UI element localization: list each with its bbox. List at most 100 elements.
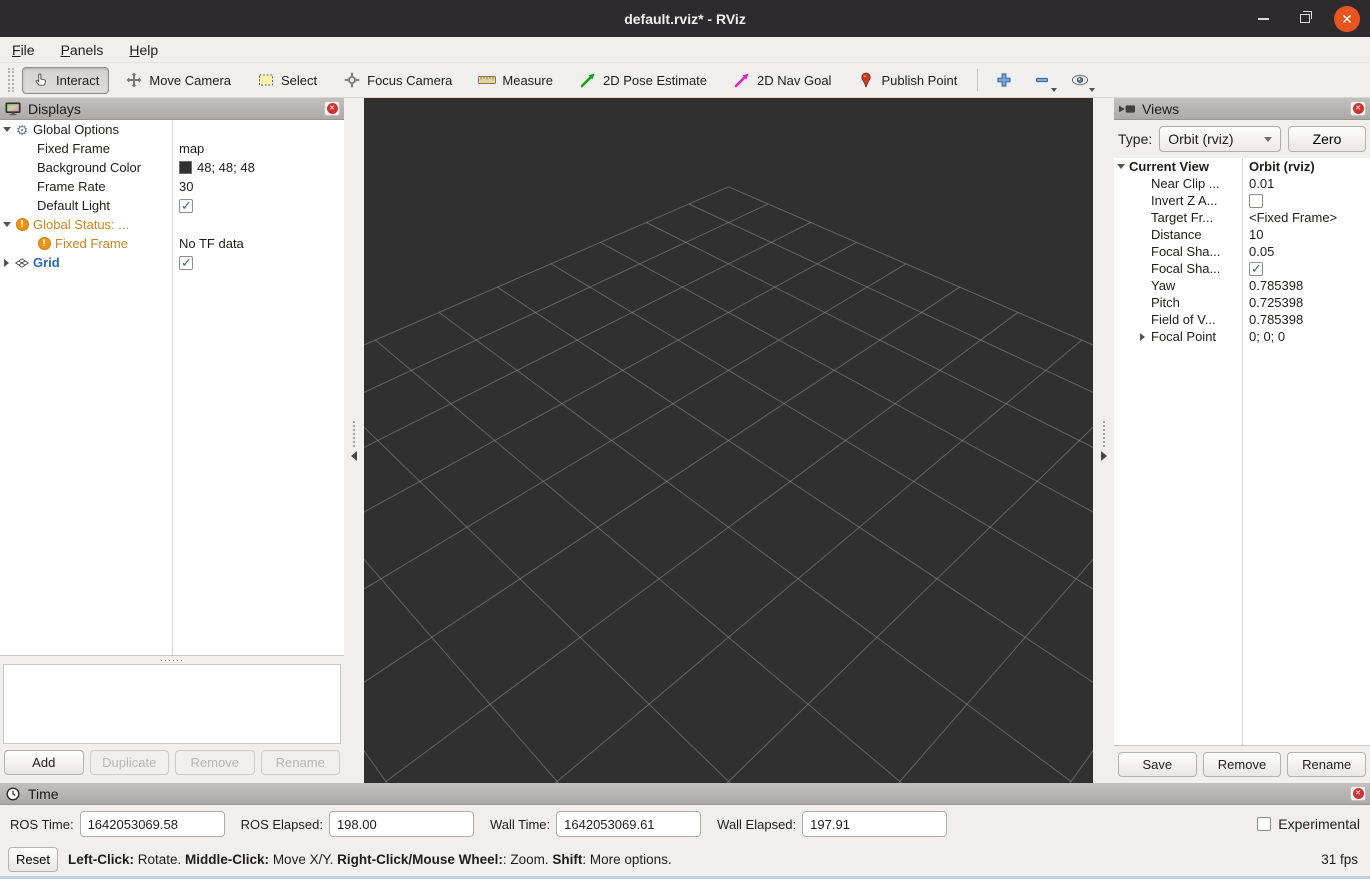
menu-file[interactable]: File bbox=[12, 42, 35, 58]
experimental-toggle[interactable]: Experimental bbox=[1257, 816, 1360, 832]
tool-visibility-button[interactable] bbox=[1064, 67, 1096, 94]
window-title: default.rviz* - RViz bbox=[624, 11, 746, 27]
views-tree: Current View Orbit (rviz)Near Clip ...0.0… bbox=[1114, 158, 1370, 746]
displays-row-grid[interactable]: Grid bbox=[0, 253, 344, 272]
views-row-distance[interactable]: Distance10 bbox=[1114, 226, 1370, 243]
views-row-focal-sha[interactable]: Focal Sha...0.05 bbox=[1114, 243, 1370, 260]
displays-rename-button[interactable]: Rename bbox=[261, 750, 341, 775]
property-name: Invert Z A... bbox=[1149, 193, 1217, 208]
collapse-left-icon[interactable] bbox=[351, 451, 357, 461]
property-value[interactable]: 0; 0; 0 bbox=[1249, 329, 1285, 344]
property-value[interactable]: <Fixed Frame> bbox=[1249, 210, 1337, 225]
displays-row-frame-rate[interactable]: Frame Rate30 bbox=[0, 177, 344, 196]
magenta-arrow-icon bbox=[733, 71, 751, 89]
render-viewport[interactable] bbox=[364, 98, 1093, 783]
tool-measure[interactable]: Measure bbox=[468, 67, 563, 94]
displays-row-fixed-frame[interactable]: !Fixed FrameNo TF data bbox=[0, 234, 344, 253]
fps-counter: 31 fps bbox=[1321, 852, 1362, 867]
displays-close-button[interactable]: ✕ bbox=[324, 101, 340, 116]
view-type-select[interactable]: Orbit (rviz) bbox=[1159, 126, 1281, 152]
views-row-pitch[interactable]: Pitch0.725398 bbox=[1114, 294, 1370, 311]
views-row-invert-z-a[interactable]: Invert Z A... bbox=[1114, 192, 1370, 209]
views-row-field-of-v[interactable]: Field of V...0.785398 bbox=[1114, 311, 1370, 328]
tool-2d-pose-estimate[interactable]: 2D Pose Estimate bbox=[569, 67, 717, 94]
caret-down-icon[interactable] bbox=[1114, 164, 1127, 169]
property-checkbox[interactable] bbox=[1249, 194, 1263, 208]
close-button[interactable]: ✕ bbox=[1334, 6, 1360, 32]
property-checkbox[interactable] bbox=[179, 199, 193, 213]
remove-tool-button[interactable] bbox=[1026, 67, 1058, 94]
caret-down-icon[interactable] bbox=[0, 222, 13, 227]
ros-time-input[interactable] bbox=[80, 811, 225, 837]
add-tool-button[interactable] bbox=[988, 67, 1020, 94]
displays-row-fixed-frame[interactable]: Fixed Framemap bbox=[0, 139, 344, 158]
property-value[interactable]: 0.785398 bbox=[1249, 312, 1303, 327]
views-close-button[interactable]: ✕ bbox=[1350, 101, 1366, 116]
tool-select[interactable]: Select bbox=[247, 67, 327, 94]
displays-splitter-handle[interactable]: ······ bbox=[0, 656, 344, 664]
left-panel-splitter[interactable] bbox=[344, 98, 364, 783]
caret-right-icon[interactable] bbox=[1136, 333, 1149, 341]
time-panel: Time ✕ ROS Time:ROS Elapsed:Wall Time:Wa… bbox=[0, 783, 1370, 843]
views-save-button[interactable]: Save bbox=[1118, 752, 1197, 777]
chevron-down-icon[interactable] bbox=[1089, 88, 1095, 92]
reset-button[interactable]: Reset bbox=[8, 847, 58, 872]
wall-time-input[interactable] bbox=[556, 811, 701, 837]
wall-elapsed-input[interactable] bbox=[802, 811, 947, 837]
displays-description-box bbox=[3, 664, 341, 744]
views-remove-button[interactable]: Remove bbox=[1203, 752, 1282, 777]
right-panel-splitter[interactable] bbox=[1093, 98, 1114, 783]
view-type-value: Orbit (rviz) bbox=[1168, 131, 1258, 147]
time-close-button[interactable]: ✕ bbox=[1350, 786, 1366, 801]
property-value[interactable]: map bbox=[179, 141, 204, 156]
views-row-focal-point[interactable]: Focal Point0; 0; 0 bbox=[1114, 328, 1370, 345]
caret-down-icon[interactable] bbox=[0, 127, 13, 132]
displays-row-background-color[interactable]: Background Color 48; 48; 48 bbox=[0, 158, 344, 177]
property-value[interactable]: 0.05 bbox=[1249, 244, 1274, 259]
views-row-focal-sha[interactable]: Focal Sha... bbox=[1114, 260, 1370, 277]
displays-panel: Displays ✕ ⚙Global OptionsFixed Framemap… bbox=[0, 98, 344, 783]
color-swatch[interactable] bbox=[179, 161, 192, 174]
ros-elapsed-input[interactable] bbox=[329, 811, 474, 837]
caret-right-icon[interactable] bbox=[0, 259, 13, 267]
displays-row-global-options[interactable]: ⚙Global Options bbox=[0, 120, 344, 139]
property-name: Background Color bbox=[35, 160, 141, 175]
property-value[interactable]: 0.785398 bbox=[1249, 278, 1303, 293]
property-value[interactable]: Orbit (rviz) bbox=[1249, 159, 1315, 174]
displays-remove-button[interactable]: Remove bbox=[175, 750, 255, 775]
maximize-button[interactable] bbox=[1292, 6, 1318, 32]
property-value[interactable]: 48; 48; 48 bbox=[197, 160, 255, 175]
property-value[interactable]: 10 bbox=[1249, 227, 1263, 242]
displays-add-button[interactable]: Add bbox=[4, 750, 84, 775]
views-rename-button[interactable]: Rename bbox=[1287, 752, 1366, 777]
ros-time-field: ROS Time: bbox=[10, 811, 225, 837]
property-checkbox[interactable] bbox=[1249, 262, 1263, 276]
experimental-checkbox[interactable] bbox=[1257, 817, 1271, 831]
tool-interact[interactable]: Interact bbox=[22, 67, 109, 94]
minimize-button[interactable] bbox=[1250, 6, 1276, 32]
zero-button[interactable]: Zero bbox=[1288, 126, 1366, 152]
displays-row-default-light[interactable]: Default Light bbox=[0, 196, 344, 215]
property-checkbox[interactable] bbox=[179, 256, 193, 270]
views-row-near-clip[interactable]: Near Clip ...0.01 bbox=[1114, 175, 1370, 192]
displays-row-global-status[interactable]: !Global Status: ... bbox=[0, 215, 344, 234]
views-row-current-view[interactable]: Current View Orbit (rviz) bbox=[1114, 158, 1370, 175]
tool-publish-point[interactable]: Publish Point bbox=[847, 67, 967, 94]
property-value[interactable]: 0.725398 bbox=[1249, 295, 1303, 310]
toolbar: InteractMove CameraSelectFocus CameraMea… bbox=[0, 63, 1370, 98]
views-row-target-fr[interactable]: Target Fr...<Fixed Frame> bbox=[1114, 209, 1370, 226]
tool-focus-camera[interactable]: Focus Camera bbox=[333, 67, 462, 94]
tool-2d-nav-goal[interactable]: 2D Nav Goal bbox=[723, 67, 841, 94]
property-name: Current View bbox=[1127, 159, 1209, 174]
displays-duplicate-button[interactable]: Duplicate bbox=[90, 750, 170, 775]
menu-help[interactable]: Help bbox=[129, 42, 158, 58]
chevron-down-icon[interactable] bbox=[1051, 88, 1057, 92]
collapse-right-icon[interactable] bbox=[1101, 451, 1107, 461]
views-icon bbox=[1118, 104, 1136, 114]
tool-move-camera[interactable]: Move Camera bbox=[115, 67, 241, 94]
views-row-yaw[interactable]: Yaw0.785398 bbox=[1114, 277, 1370, 294]
menu-panels[interactable]: Panels bbox=[61, 42, 104, 58]
property-value[interactable]: 0.01 bbox=[1249, 176, 1274, 191]
property-value[interactable]: 30 bbox=[179, 179, 193, 194]
property-value[interactable]: No TF data bbox=[179, 236, 244, 251]
